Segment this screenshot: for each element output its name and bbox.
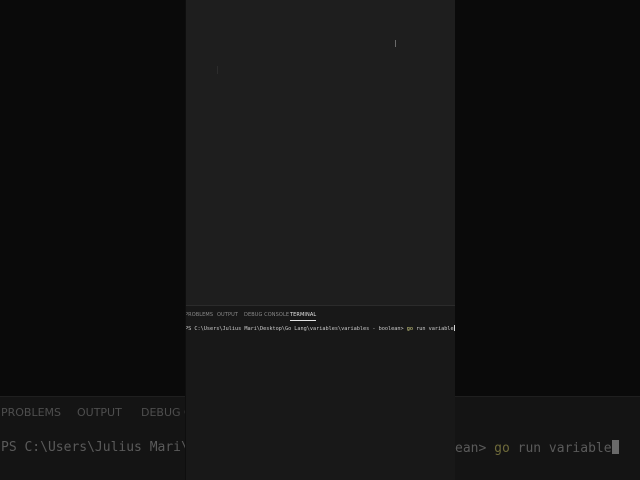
mouse-text-cursor bbox=[395, 40, 396, 47]
video-frame: PROBLEMS OUTPUT DEBUG C PS C:\Users\Juli… bbox=[0, 0, 640, 480]
background-command-go: go bbox=[494, 441, 510, 456]
tab-terminal[interactable]: TERMINAL bbox=[290, 312, 317, 321]
terminal-cursor bbox=[453, 325, 455, 331]
terminal-input-line[interactable]: PS C:\Users\Julius Mari\Desktop\Go Lang\… bbox=[185, 325, 455, 332]
background-prompt-tail: ean> bbox=[455, 441, 487, 456]
tab-problems[interactable]: PROBLEMS bbox=[185, 312, 213, 320]
bottom-panel: PROBLEMS OUTPUT DEBUG CONSOLE TERMINAL P… bbox=[185, 305, 455, 480]
tab-debug-console[interactable]: DEBUG CONSOLE bbox=[244, 312, 289, 320]
window-edge-left bbox=[185, 0, 186, 480]
panel-tabs: PROBLEMS OUTPUT DEBUG CONSOLE TERMINAL bbox=[185, 310, 455, 322]
background-tab-problems: PROBLEMS bbox=[1, 406, 62, 419]
vscode-window: PROBLEMS OUTPUT DEBUG CONSOLE TERMINAL P… bbox=[185, 0, 455, 480]
faint-mark bbox=[217, 66, 218, 74]
tab-output[interactable]: OUTPUT bbox=[217, 312, 238, 320]
terminal-command-args: run variable bbox=[413, 326, 454, 332]
background-cursor bbox=[611, 440, 619, 454]
background-command-args: run variable bbox=[509, 441, 612, 456]
terminal-prompt: PS C:\Users\Julius Mari\Desktop\Go Lang\… bbox=[185, 326, 404, 332]
editor-area[interactable] bbox=[185, 0, 455, 305]
background-prompt-right: ean> go run variable bbox=[455, 440, 619, 456]
background-tab-output: OUTPUT bbox=[77, 406, 122, 419]
